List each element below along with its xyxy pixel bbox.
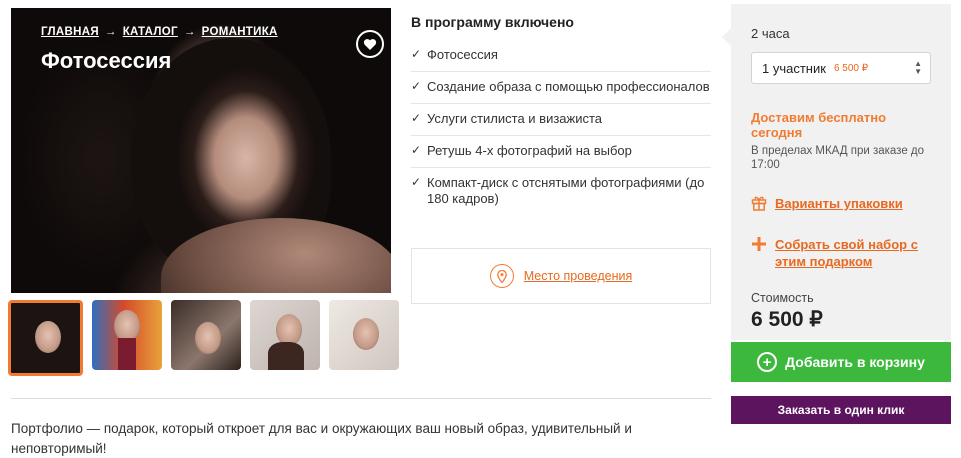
order-panel: 2 часа 1 участник 6 500 ₽ ▲ ▼ Доставим бе… xyxy=(722,4,951,340)
build-set-row: Собрать свой набор с этим подарком xyxy=(751,236,935,270)
page-title: Фотосессия xyxy=(41,48,172,73)
plus-circle-icon: + xyxy=(757,352,778,372)
delivery-note: В пределах МКАД при заказе до 17:00 xyxy=(751,145,925,171)
packaging-link[interactable]: Варианты упаковки xyxy=(775,195,935,212)
plus-icon xyxy=(752,237,766,251)
breadcrumb-catalog[interactable]: КАТАЛОГ xyxy=(123,26,178,38)
thumbnail[interactable] xyxy=(171,300,241,370)
list-item: ✓ Услуги стилиста и визажиста xyxy=(411,104,711,136)
thumbnail[interactable] xyxy=(329,300,399,370)
list-item: ✓ Компакт-диск с отснятыми фотографиями (… xyxy=(411,175,705,206)
price-label: Стоимость xyxy=(751,291,814,305)
add-to-cart-button[interactable]: + Добавить в корзину xyxy=(731,342,951,382)
list-item: ✓ Создание образа с помощью профессионало… xyxy=(411,72,711,104)
divider xyxy=(11,398,711,399)
thumbnail[interactable] xyxy=(250,300,320,370)
breadcrumb-separator: → xyxy=(183,26,196,38)
thumbnail[interactable] xyxy=(92,300,162,370)
one-click-order-button[interactable]: Заказать в один клик xyxy=(731,396,951,424)
breadcrumb-home[interactable]: ГЛАВНАЯ xyxy=(41,26,99,38)
check-icon: ✓ xyxy=(411,111,422,125)
location-pin-icon xyxy=(489,264,514,288)
packaging-row: Варианты упаковки xyxy=(751,195,935,212)
participants-select[interactable]: 1 участник 6 500 ₽ ▲ ▼ xyxy=(751,52,931,84)
included-title: В программу включено xyxy=(411,14,574,30)
heart-icon xyxy=(363,38,377,50)
build-set-link[interactable]: Собрать свой набор с этим подарком xyxy=(775,236,935,270)
check-icon: ✓ xyxy=(411,47,422,61)
gift-icon xyxy=(751,196,767,211)
delivery-title: Доставим бесплатно сегодня xyxy=(751,110,887,140)
check-icon: ✓ xyxy=(411,143,422,157)
participants-selected: 1 участник xyxy=(762,60,826,76)
check-icon: ✓ xyxy=(411,175,422,189)
included-list: ✓ Фотосессия ✓ Создание образа с помощью п… xyxy=(411,40,711,215)
venue-box: Место проведения xyxy=(411,248,711,304)
price-value: 6 500 ₽ xyxy=(751,308,823,331)
list-item: ✓ Ретушь 4-х фотографий на выбор xyxy=(411,136,711,168)
participants-price: 6 500 ₽ xyxy=(833,62,869,74)
product-description: Портфолио — подарок, который откроет для… xyxy=(11,421,632,456)
breadcrumb-romance[interactable]: РОМАНТИКА xyxy=(202,26,278,38)
venue-link[interactable]: Место проведения xyxy=(524,269,633,283)
list-item: ✓ Фотосессия xyxy=(411,40,711,72)
select-arrows-icon: ▲ ▼ xyxy=(914,59,922,76)
breadcrumb: ГЛАВНАЯ → КАТАЛОГ → РОМАНТИКА xyxy=(41,26,278,38)
one-click-label: Заказать в один клик xyxy=(777,403,905,417)
thumbnail[interactable] xyxy=(8,300,83,376)
duration-label: 2 часа xyxy=(751,26,790,41)
favorite-button[interactable] xyxy=(356,30,384,58)
product-main-image: ГЛАВНАЯ → КАТАЛОГ → РОМАНТИКА Фотосессия xyxy=(11,8,391,293)
add-to-cart-label: Добавить в корзину xyxy=(785,354,925,370)
breadcrumb-separator: → xyxy=(104,26,117,38)
check-icon: ✓ xyxy=(411,79,422,93)
thumbnail-strip xyxy=(8,300,399,376)
